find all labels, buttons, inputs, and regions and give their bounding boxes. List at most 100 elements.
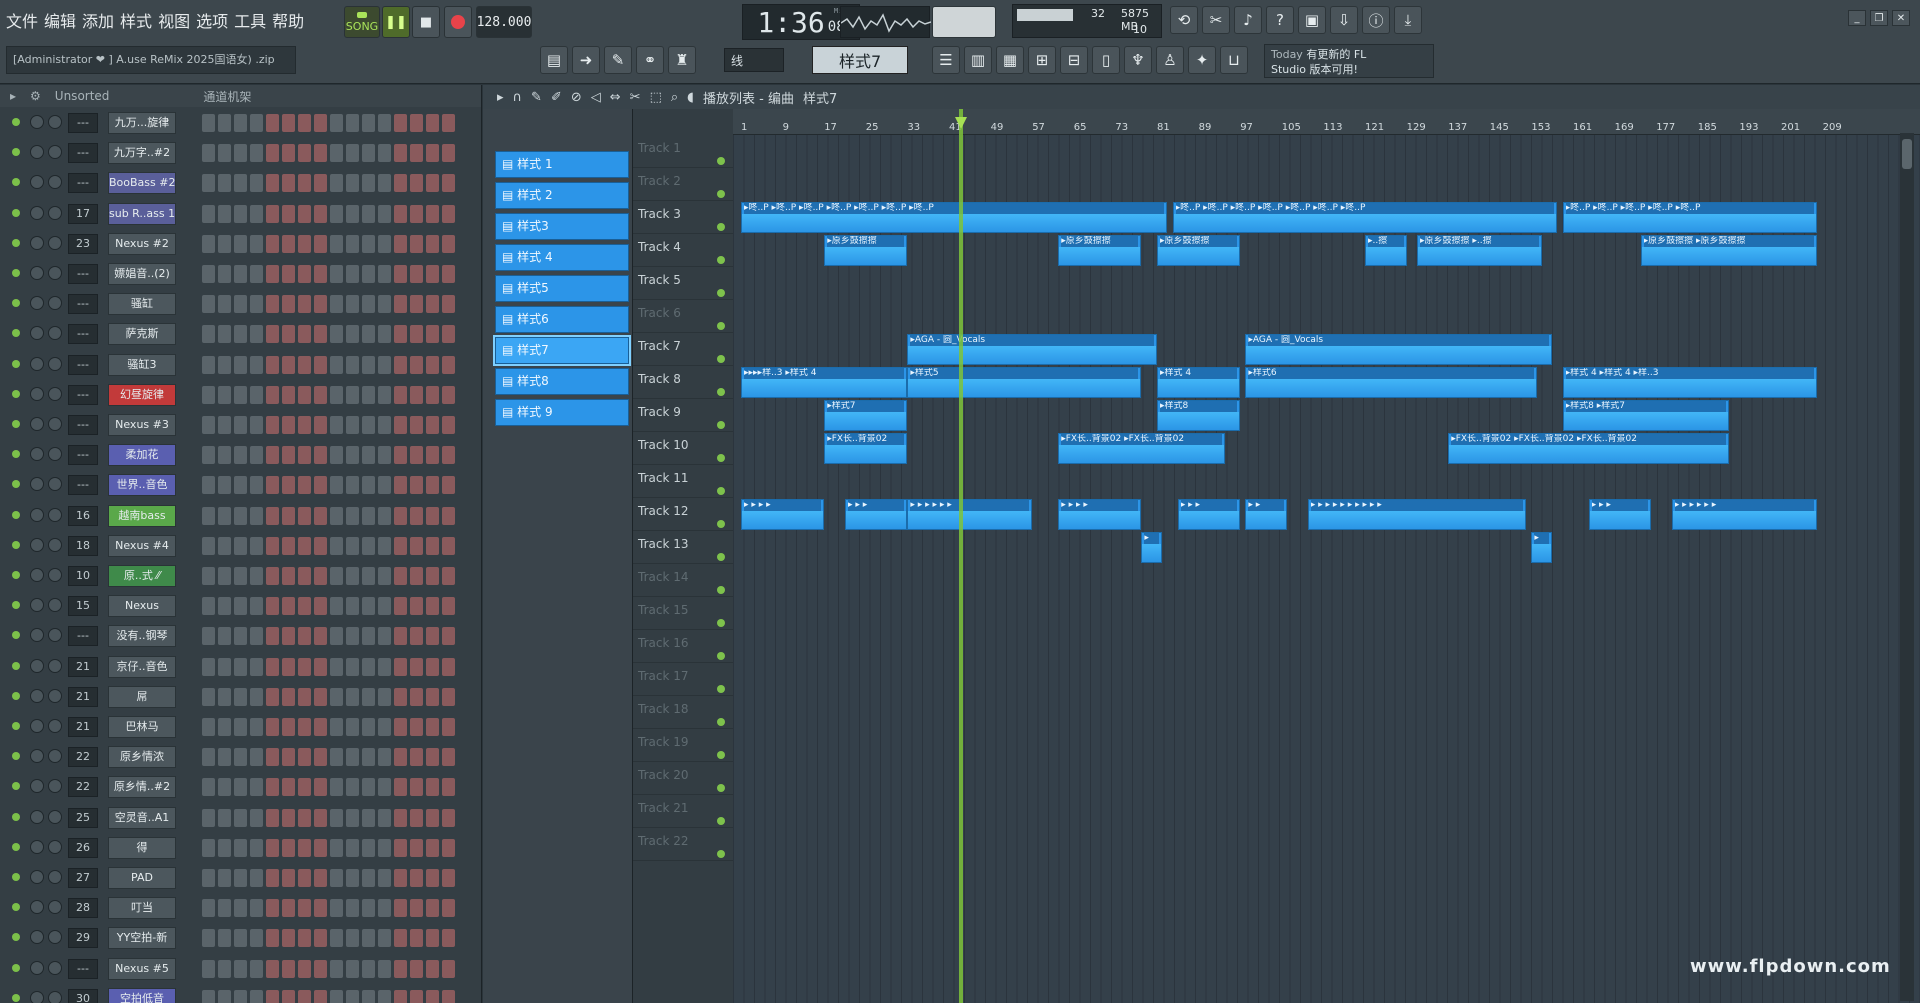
pattern-item[interactable]: ▤ 样式3 [495, 213, 629, 240]
step-button[interactable] [250, 567, 263, 585]
track-header[interactable]: Track 2 [633, 168, 733, 201]
channel-row[interactable]: 23 Nexus #2 [0, 230, 470, 258]
step-button[interactable] [410, 234, 423, 253]
channel-name-button[interactable]: sub R..ass 1 [108, 202, 176, 225]
channel-rack-icon[interactable]: ▥ [964, 46, 992, 74]
mixer-track-number[interactable]: --- [68, 173, 98, 194]
channel-row[interactable]: 17 sub R..ass 1 [0, 200, 470, 228]
channel-active-led[interactable] [12, 238, 20, 247]
step-button[interactable] [362, 416, 375, 434]
volume-knob[interactable] [48, 900, 62, 915]
mixer-track-number[interactable]: 30 [68, 988, 98, 1003]
step-button[interactable] [298, 869, 311, 887]
mixer-track-number[interactable]: --- [68, 264, 98, 284]
track-mute-led[interactable] [717, 718, 725, 726]
channel-row[interactable]: --- 没有..钢琴 [0, 622, 470, 650]
step-button[interactable] [266, 899, 279, 918]
step-button[interactable] [394, 748, 407, 767]
save-icon[interactable]: ▣ [1298, 6, 1326, 34]
playlist-clip[interactable]: ▸ ▸ ▸ ▸ ▸ ▸ ▸ ▸ ▸ ▸ [1307, 499, 1527, 530]
track-mute-led[interactable] [717, 685, 725, 693]
step-button[interactable] [394, 899, 407, 918]
help-icon[interactable]: ? [1266, 6, 1294, 34]
channel-name-button[interactable]: 世界..音色 [108, 474, 176, 497]
track-header[interactable]: Track 17 [633, 663, 733, 696]
step-button[interactable] [298, 899, 311, 918]
step-button[interactable] [266, 234, 279, 253]
step-button[interactable] [442, 295, 455, 314]
step-button[interactable] [298, 718, 311, 736]
step-button[interactable] [202, 687, 215, 706]
channel-name-button[interactable]: Nexus [108, 595, 176, 618]
step-button[interactable] [346, 385, 359, 404]
pattern-item[interactable]: ▤ 样式 9 [495, 399, 629, 426]
volume-knob[interactable] [48, 930, 62, 945]
rack-settings-icon[interactable]: ⚙ [30, 89, 41, 103]
step-button[interactable] [330, 355, 343, 374]
step-button[interactable] [266, 778, 279, 797]
mixer-track-number[interactable]: --- [68, 384, 98, 405]
step-button[interactable] [266, 416, 279, 434]
step-button[interactable] [298, 748, 311, 767]
volume-knob[interactable] [48, 658, 62, 673]
step-button[interactable] [442, 506, 455, 525]
playlist-clip[interactable]: ▸ ▸ ▸ [845, 499, 908, 530]
step-button[interactable] [330, 778, 343, 797]
track-header[interactable]: Track 4 [633, 234, 733, 267]
step-button[interactable] [410, 385, 423, 404]
step-button[interactable] [330, 687, 343, 706]
step-button[interactable] [298, 506, 311, 525]
step-button[interactable] [378, 295, 391, 314]
mixer-track-number[interactable]: --- [68, 294, 98, 315]
menu-item[interactable]: 工具 [234, 8, 266, 32]
volume-knob[interactable] [48, 839, 62, 854]
step-button[interactable] [282, 899, 295, 918]
step-button[interactable] [234, 808, 247, 827]
step-button[interactable] [282, 959, 295, 978]
channel-active-led[interactable] [12, 450, 20, 459]
volume-knob[interactable] [48, 628, 62, 643]
step-button[interactable] [426, 114, 439, 132]
step-button[interactable] [266, 597, 279, 616]
menu-item[interactable]: 选项 [196, 8, 228, 32]
song-mode-button[interactable]: SONG [344, 6, 380, 38]
step-button[interactable] [314, 748, 327, 767]
playlist-clip[interactable]: ▸ ▸ ▸ [1588, 499, 1651, 530]
step-button[interactable] [234, 657, 247, 676]
step-button[interactable] [314, 597, 327, 616]
mixer-track-number[interactable]: --- [68, 113, 98, 133]
step-button[interactable] [202, 627, 215, 646]
step-button[interactable] [346, 536, 359, 555]
playlist-clip[interactable]: ▸样式8 [1157, 400, 1241, 431]
step-button[interactable] [314, 506, 327, 525]
menu-item[interactable]: 编辑 [44, 8, 76, 32]
channel-active-led[interactable] [12, 148, 20, 157]
track-header[interactable]: Track 19 [633, 729, 733, 762]
step-button[interactable] [234, 385, 247, 404]
step-button[interactable] [250, 506, 263, 525]
mixer-track-number[interactable]: 16 [68, 505, 98, 526]
step-button[interactable] [378, 597, 391, 616]
step-button[interactable] [362, 446, 375, 465]
step-button[interactable] [314, 114, 327, 132]
step-button[interactable] [330, 536, 343, 555]
step-button[interactable] [410, 627, 423, 646]
volume-knob[interactable] [48, 266, 62, 280]
step-button[interactable] [410, 748, 423, 767]
step-button[interactable] [362, 114, 375, 132]
step-button[interactable] [298, 808, 311, 827]
step-button[interactable] [442, 325, 455, 344]
step-button[interactable] [330, 627, 343, 646]
step-button[interactable] [282, 687, 295, 706]
pan-knob[interactable] [30, 447, 44, 462]
record-button[interactable] [444, 6, 472, 38]
undo-icon[interactable]: ⟲ [1170, 6, 1198, 34]
step-button[interactable] [362, 265, 375, 283]
step-button[interactable] [266, 959, 279, 978]
volume-knob[interactable] [48, 779, 62, 794]
step-button[interactable] [394, 536, 407, 555]
track-header[interactable]: Track 21 [633, 795, 733, 828]
channel-name-button[interactable]: 骚缸 [108, 293, 176, 316]
step-button[interactable] [426, 506, 439, 525]
playlist-clip[interactable]: ▸样式7 [824, 400, 908, 431]
